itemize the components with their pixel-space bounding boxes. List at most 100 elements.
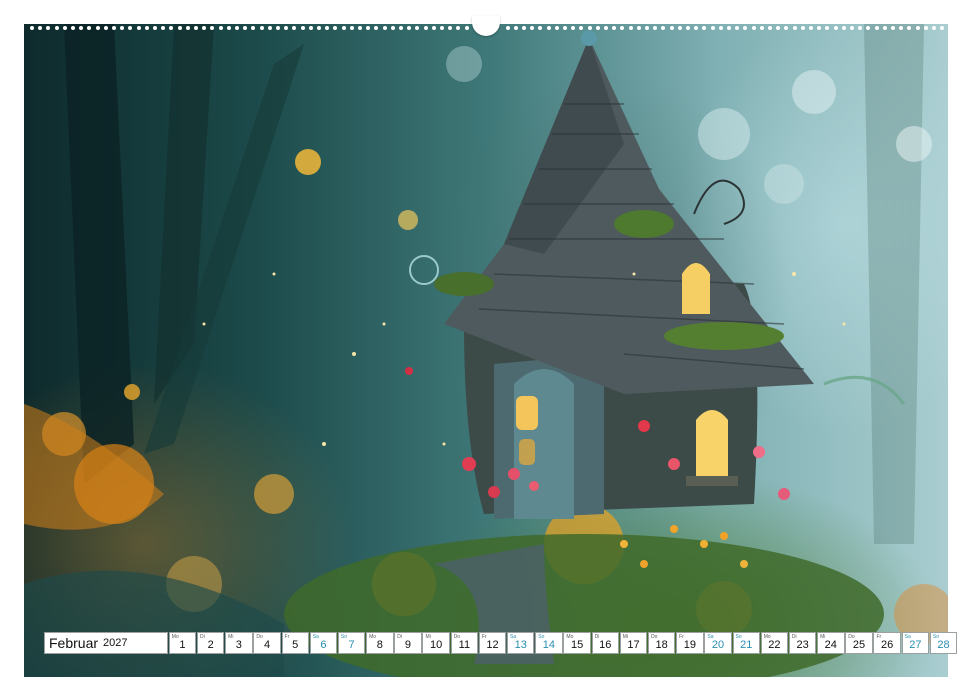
binding-hole bbox=[358, 26, 362, 30]
day-number: 10 bbox=[430, 639, 443, 651]
binding-hole bbox=[431, 26, 436, 30]
day-number: 16 bbox=[599, 639, 612, 651]
day-number: 27 bbox=[909, 639, 922, 651]
day-number: 15 bbox=[570, 639, 584, 651]
day-number: 7 bbox=[348, 639, 355, 651]
binding-hole bbox=[226, 26, 231, 30]
binding-hole bbox=[440, 26, 444, 30]
binding-hole bbox=[423, 26, 428, 30]
binding-hole bbox=[317, 26, 321, 30]
day-number: 13 bbox=[514, 639, 527, 651]
binding-hole bbox=[153, 26, 157, 30]
day-cell: Mo 1 bbox=[168, 632, 197, 654]
day-number: 23 bbox=[796, 639, 809, 651]
binding-hole bbox=[587, 26, 592, 30]
day-number: 3 bbox=[235, 639, 242, 651]
day-cell: Fr 26 bbox=[873, 632, 901, 654]
binding-hole bbox=[259, 26, 264, 30]
binding-hole bbox=[464, 26, 469, 30]
day-cell: Fr 5 bbox=[281, 632, 309, 654]
binding-hole bbox=[645, 26, 649, 30]
binding-hole bbox=[932, 26, 936, 30]
binding-hole bbox=[833, 26, 838, 30]
binding-hole bbox=[62, 26, 67, 30]
binding-hole bbox=[669, 26, 674, 30]
binding-hole bbox=[399, 26, 403, 30]
day-number: 26 bbox=[881, 639, 894, 651]
binding-hole bbox=[54, 26, 59, 30]
day-number: 21 bbox=[740, 639, 753, 651]
day-number: 22 bbox=[768, 639, 781, 651]
binding-hole bbox=[30, 26, 34, 30]
day-number: 19 bbox=[683, 639, 696, 651]
binding-hole bbox=[144, 26, 149, 30]
binding-hole bbox=[850, 26, 854, 30]
binding-hole bbox=[595, 26, 600, 30]
day-number: 18 bbox=[655, 639, 668, 651]
day-cell: Sa 20 bbox=[704, 632, 732, 654]
binding-hole bbox=[382, 26, 387, 30]
day-cell: Do 11 bbox=[450, 632, 479, 654]
day-number: 8 bbox=[376, 639, 383, 651]
binding-hole bbox=[185, 26, 190, 30]
binding-hole bbox=[727, 26, 731, 30]
binding-hole bbox=[554, 26, 559, 30]
binding-hole bbox=[874, 26, 879, 30]
binding-hole bbox=[915, 26, 920, 30]
binding-hole bbox=[218, 26, 223, 30]
binding-hole bbox=[513, 26, 518, 30]
binding-hole bbox=[505, 26, 510, 30]
binding-hole bbox=[768, 26, 772, 30]
day-number: 1 bbox=[179, 639, 186, 651]
binding-hole bbox=[751, 26, 756, 30]
day-cell: Fr 12 bbox=[478, 632, 507, 654]
day-number: 9 bbox=[404, 639, 412, 651]
binding-hole bbox=[891, 26, 895, 30]
binding-hole bbox=[267, 26, 272, 30]
day-cell: Mo 22 bbox=[760, 632, 789, 654]
month-year: 2027 bbox=[103, 637, 128, 649]
binding-hole bbox=[718, 26, 723, 30]
day-cell: So 7 bbox=[337, 632, 366, 654]
binding-hole bbox=[809, 26, 813, 30]
binding-hole bbox=[882, 26, 887, 30]
day-number: 14 bbox=[542, 639, 556, 651]
binding-hole bbox=[276, 26, 280, 30]
day-number: 28 bbox=[937, 639, 950, 651]
day-number: 6 bbox=[320, 639, 327, 651]
binding-hole bbox=[112, 26, 116, 30]
month-name: Februar bbox=[49, 635, 99, 651]
day-cell: So 21 bbox=[732, 632, 760, 654]
day-cell: Sa 6 bbox=[309, 632, 338, 654]
day-cell: So 28 bbox=[929, 632, 958, 654]
binding-hole bbox=[300, 26, 305, 30]
binding-hole bbox=[546, 26, 551, 30]
binding-hole bbox=[792, 26, 797, 30]
day-cell: Do 25 bbox=[845, 632, 873, 654]
day-cell: Do 4 bbox=[253, 632, 281, 654]
day-number: 11 bbox=[458, 639, 471, 651]
binding-hole bbox=[759, 26, 764, 30]
month-label-cell: Februar 2027 bbox=[44, 632, 168, 654]
day-cell: Do 18 bbox=[647, 632, 676, 654]
day-cell: Sa 27 bbox=[901, 632, 930, 654]
day-cell: Di 2 bbox=[196, 632, 225, 654]
day-cell: Di 16 bbox=[591, 632, 619, 654]
binding-hole bbox=[563, 26, 567, 30]
day-number: 5 bbox=[292, 639, 299, 651]
day-cell: Mo 15 bbox=[563, 632, 591, 654]
day-cell: So 14 bbox=[535, 632, 563, 654]
binding-hole bbox=[103, 26, 108, 30]
day-cell: Mi 24 bbox=[817, 632, 845, 654]
day-number: 4 bbox=[263, 639, 271, 651]
month-calendar-strip: Februar 2027 Mo 1 Di 2 Mi 3 Do 4 Fr 5 Sa 6 So 7 Mo 8 Di 9… bbox=[44, 632, 958, 654]
binding-hole bbox=[308, 26, 313, 30]
binding-hole bbox=[235, 26, 239, 30]
calendar-photo bbox=[24, 24, 948, 677]
day-number: 12 bbox=[486, 639, 499, 651]
binding-hole bbox=[677, 26, 682, 30]
binding-hole bbox=[177, 26, 182, 30]
fairy-house-illustration bbox=[24, 24, 948, 677]
day-cell: Di 9 bbox=[394, 632, 422, 654]
day-number: 20 bbox=[711, 639, 725, 651]
